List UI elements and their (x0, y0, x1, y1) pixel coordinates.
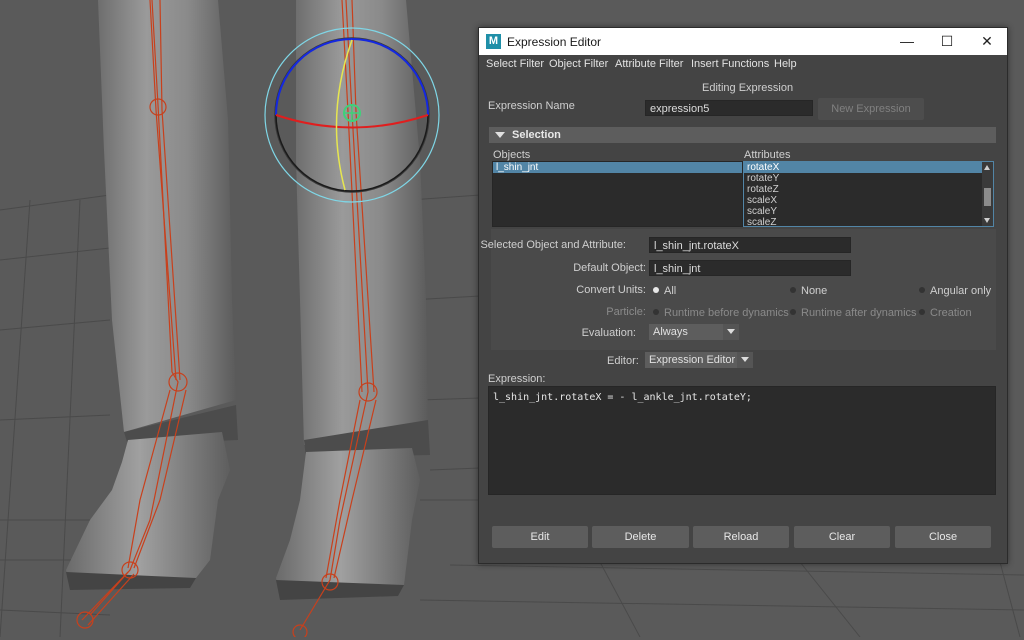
evaluation-value: Always (653, 326, 688, 338)
convert-units-label: Convert Units: (576, 284, 646, 296)
selection-title: Selection (512, 129, 561, 141)
chevron-down-icon (737, 352, 753, 368)
right-boot (276, 448, 420, 596)
particle-creation-radio[interactable] (919, 309, 925, 315)
editor-value: Expression Editor (649, 354, 736, 366)
menu-bar: Select Filter Object Filter Attribute Fi… (479, 55, 1007, 75)
list-item[interactable]: rotateY (744, 173, 993, 184)
selection-section-header[interactable]: Selection (489, 127, 996, 143)
menu-object-filter[interactable]: Object Filter (549, 58, 608, 70)
particle-after-radio[interactable] (790, 309, 796, 315)
right-pant-leg (296, 0, 428, 445)
convert-all-label: All (664, 285, 677, 297)
attributes-scrollbar[interactable] (982, 162, 993, 226)
list-item[interactable]: scaleX (744, 195, 993, 206)
expression-text-area[interactable]: l_shin_jnt.rotateX = - l_ankle_jnt.rotat… (488, 386, 996, 495)
evaluation-label: Evaluation: (581, 327, 636, 339)
minimize-button[interactable]: — (887, 28, 927, 55)
convert-angular-label: Angular only (930, 285, 992, 297)
expression-editor-window[interactable]: M Expression Editor — ☐ ✕ Select Filter … (478, 27, 1008, 564)
particle-before-radio[interactable] (653, 309, 659, 315)
close-window-button[interactable]: ✕ (967, 28, 1007, 55)
particle-label: Particle: (606, 306, 646, 318)
particle-after-label: Runtime after dynamics (801, 307, 917, 319)
window-title: Expression Editor (507, 35, 602, 49)
clear-button[interactable]: Clear (794, 526, 890, 548)
convert-none-radio[interactable] (790, 287, 796, 293)
list-item[interactable]: rotateX (744, 162, 993, 173)
list-item[interactable]: scaleY (744, 206, 993, 217)
expression-label: Expression: (488, 373, 546, 385)
selected-attr-label: Selected Object and Attribute: (480, 239, 626, 251)
editor-label: Editor: (607, 355, 639, 367)
convert-angular-radio[interactable] (919, 287, 925, 293)
collapse-arrow-icon (495, 132, 505, 138)
delete-button[interactable]: Delete (592, 526, 689, 548)
expression-name-input[interactable]: expression5 (645, 100, 813, 116)
menu-help[interactable]: Help (774, 58, 797, 70)
close-button[interactable]: Close (895, 526, 991, 548)
convert-all-radio[interactable] (653, 287, 659, 293)
chevron-down-icon (723, 324, 739, 340)
reload-button[interactable]: Reload (693, 526, 789, 548)
scroll-up-icon[interactable] (984, 165, 990, 170)
editor-dropdown[interactable]: Expression Editor (645, 352, 753, 368)
selected-attr-field[interactable]: l_shin_jnt.rotateX (649, 237, 851, 253)
left-boot (66, 432, 230, 585)
scroll-thumb[interactable] (984, 188, 991, 206)
editing-heading: Editing Expression (702, 82, 794, 94)
left-pant-leg (98, 0, 236, 432)
maya-logo-icon: M (486, 34, 501, 49)
menu-select-filter[interactable]: Select Filter (486, 58, 544, 70)
objects-label: Objects (493, 149, 531, 161)
scroll-down-icon[interactable] (984, 218, 990, 223)
convert-none-label: None (801, 285, 828, 297)
evaluation-dropdown[interactable]: Always (649, 324, 739, 340)
menu-attribute-filter[interactable]: Attribute Filter (615, 58, 683, 70)
objects-list[interactable]: l_shin_jnt (492, 161, 743, 227)
list-item[interactable]: l_shin_jnt (493, 162, 742, 173)
maximize-button[interactable]: ☐ (927, 28, 967, 55)
title-bar[interactable]: M Expression Editor — ☐ ✕ (479, 28, 1007, 55)
edit-button[interactable]: Edit (492, 526, 588, 548)
particle-creation-label: Creation (930, 307, 972, 319)
expression-name-label: Expression Name (488, 100, 575, 112)
particle-before-label: Runtime before dynamics (664, 307, 789, 319)
default-object-label: Default Object: (573, 262, 646, 274)
attributes-label: Attributes (744, 149, 791, 161)
expression-options-panel: Selected Object and Attribute: l_shin_jn… (480, 229, 996, 350)
default-object-field[interactable]: l_shin_jnt (649, 260, 851, 276)
attributes-list[interactable]: rotateX rotateY rotateZ scaleX scaleY sc… (743, 161, 994, 227)
list-item[interactable]: rotateZ (744, 184, 993, 195)
menu-insert-functions[interactable]: Insert Functions (691, 58, 769, 70)
new-expression-button[interactable]: New Expression (818, 98, 924, 120)
list-item[interactable]: scaleZ (744, 217, 993, 226)
